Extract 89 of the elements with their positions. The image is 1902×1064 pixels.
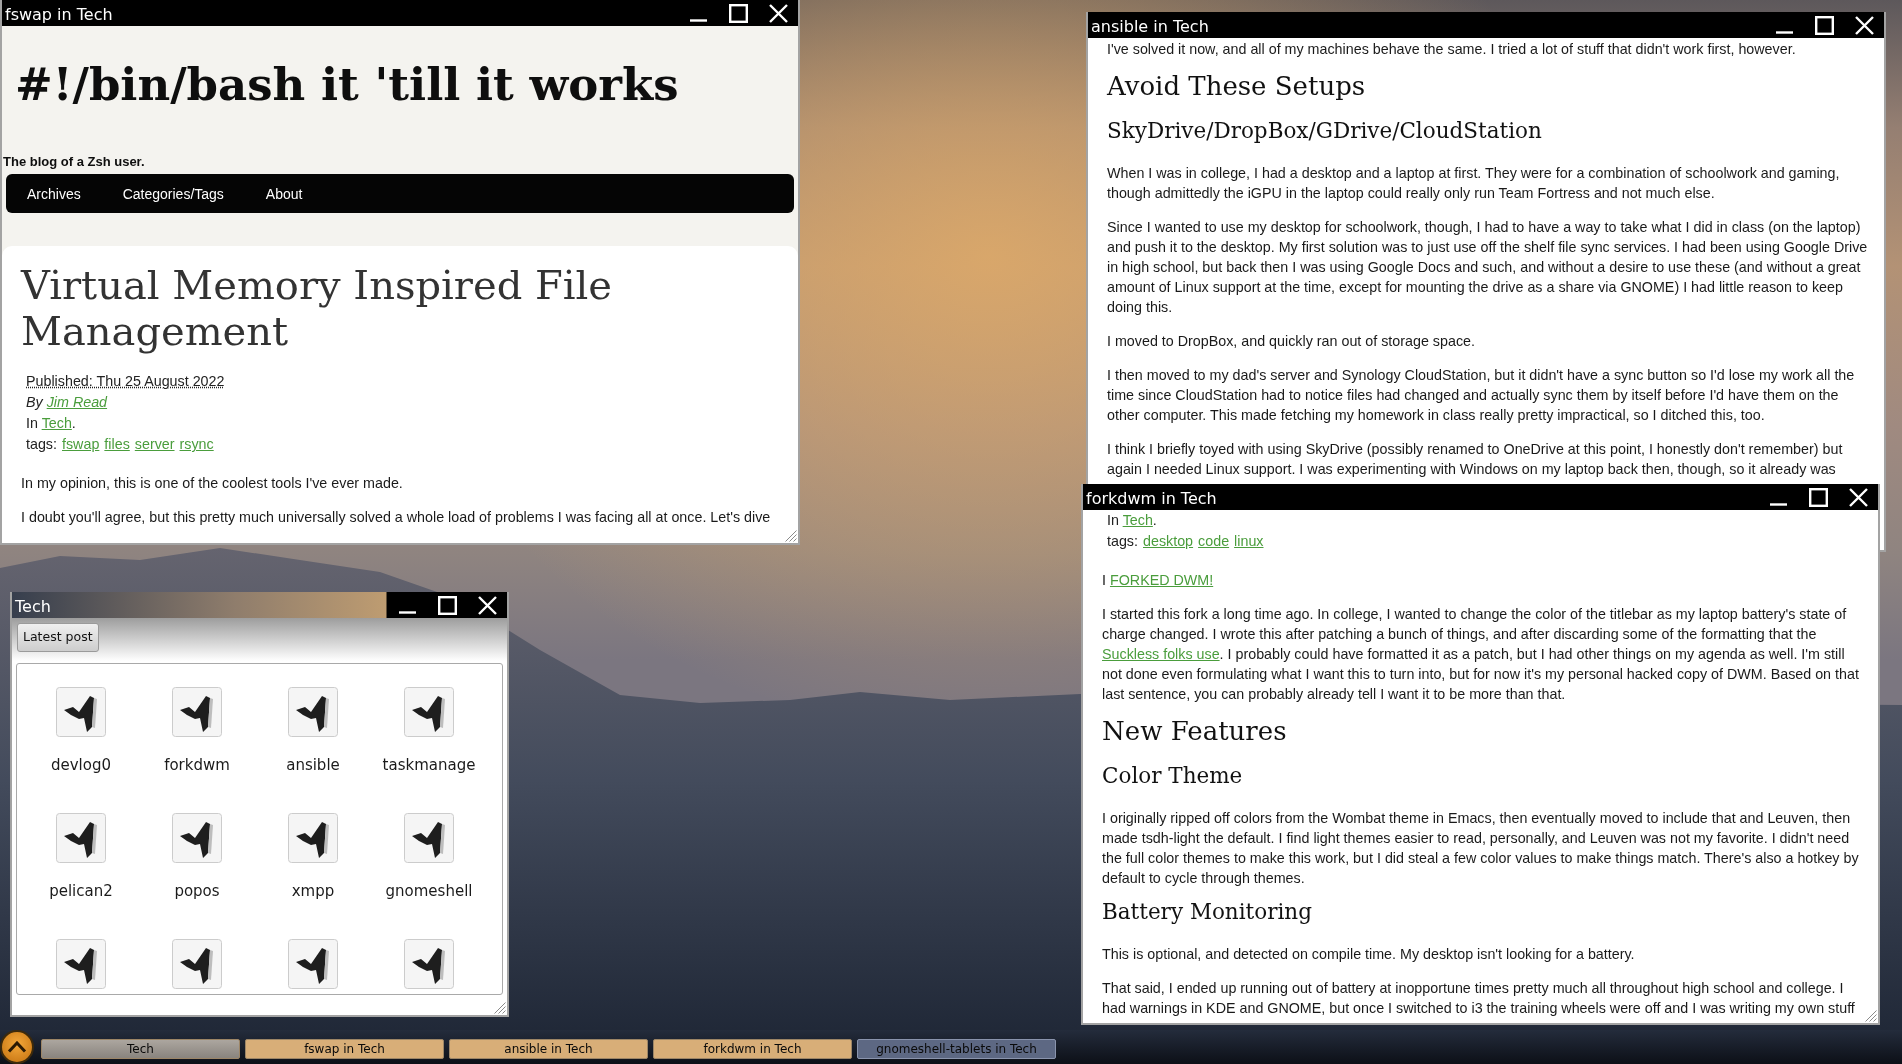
section-heading: Avoid These Setups — [1107, 70, 1366, 103]
minimize-icon — [1769, 503, 1787, 506]
nav-link[interactable]: About — [244, 183, 324, 204]
angular-shape-icon — [288, 939, 338, 989]
post-item[interactable]: gnomeshell — [385, 813, 473, 900]
subsection-heading: Color Theme — [1102, 762, 1243, 790]
paragraph: I then moved to my dad's server and Synology CloudStation, but it didn't have a sync button so I'd lose my work all the time since CloudStation had to notice files had changed and actually sync them by itself before I'd have them on the other computer. This made fetching my homework in class really pretty impractical, so I ditched this, too. — [1107, 366, 1856, 425]
angular-shape-icon — [172, 939, 222, 989]
taskbar-button[interactable]: Tech — [41, 1039, 240, 1059]
angular-shape-icon — [288, 687, 338, 737]
start-button[interactable] — [0, 1030, 34, 1064]
post-item[interactable]: popos — [172, 813, 222, 900]
text-link[interactable]: Suckless folks use — [1102, 646, 1220, 662]
paragraph: This is optional, and detected on compile time. My desktop isn't looking for a battery. — [1102, 945, 1636, 964]
window-title: ansible in Tech — [1090, 16, 1209, 38]
resize-grip-icon[interactable] — [785, 530, 797, 542]
section-heading: New Features — [1102, 715, 1287, 748]
minimize-icon — [1775, 31, 1793, 34]
subsection-heading: Battery Monitoring — [1102, 898, 1312, 926]
post-item[interactable] — [404, 939, 454, 989]
tag-link[interactable]: code — [1198, 531, 1230, 552]
window-title: fswap in Tech — [4, 4, 113, 26]
paragraph: When I was in college, I had a desktop and a laptop at first. They were for a combination of schoolwork and gaming, though admittedly the iGPU in the laptop could really only run Team Fortress and not much else. — [1107, 164, 1841, 203]
angular-shape-icon — [404, 813, 454, 863]
tag-link[interactable]: fswap — [62, 434, 100, 455]
post-item[interactable] — [56, 939, 106, 989]
taskbar-button[interactable]: fswap in Tech — [245, 1039, 444, 1059]
tag-link[interactable]: server — [134, 434, 175, 455]
paragraph: I FORKED DWM! — [1102, 571, 1215, 590]
latest-post-button[interactable]: Latest post — [17, 623, 99, 652]
maximize-icon — [1814, 15, 1834, 35]
taskbar-button[interactable]: forkdwm in Tech — [653, 1039, 852, 1059]
post-item[interactable]: xmpp — [288, 813, 338, 900]
maximize-icon — [1808, 487, 1828, 507]
nav-link[interactable]: Categories/Tags — [101, 183, 245, 204]
maximize-icon — [728, 3, 748, 23]
paragraph: I moved to DropBox, and quickly ran out of storage space. — [1107, 332, 1476, 351]
paragraph: I've solved it now, and all of my machines behave the same. I tried a lot of stuff that didn't work first, however. — [1107, 40, 1797, 59]
post-item[interactable] — [172, 939, 222, 989]
post-item[interactable] — [288, 939, 338, 989]
paragraph: That said, I ended up running out of battery at inopportune times pretty much all throughout high school and college. I had warnings in KDE and GNOME, but once I switched to i3 the training wheels were off and I was writing my own stuff — [1102, 979, 1856, 1018]
minimize-icon — [689, 19, 707, 22]
post-title: Virtual Memory Inspired File Management — [21, 262, 613, 354]
byline: By Jim Read — [26, 393, 108, 412]
close-icon — [1848, 487, 1868, 507]
tags-label: tags: — [1107, 532, 1138, 551]
paragraph: In my opinion, this is one of the coolest tools I've ever made. — [21, 474, 404, 493]
paragraph: Since I wanted to use my desktop for schoolwork, though, I had to have a way to take what I did in class (on the laptop) and push it to the desktop. My first solution was to just use off the shelf file sync services. I had been using Google Drive in high school, but back then I was using Google Docs and such, and without a desire to use these (and without a great amount of Linux support at the time, except for mounting the drive as a share via GNOME) I had little reason to keep doing this. — [1107, 218, 1869, 317]
published-date: Published: Thu 25 August 2022 — [26, 372, 225, 391]
angular-shape-icon — [56, 687, 106, 737]
angular-shape-icon — [172, 813, 222, 863]
nav-link[interactable]: Archives — [6, 183, 102, 204]
tag-link[interactable]: rsync — [179, 434, 214, 455]
category-line: In Tech. — [26, 414, 76, 433]
angular-shape-icon — [56, 939, 106, 989]
close-icon — [477, 595, 497, 615]
tag-link[interactable]: files — [104, 434, 130, 455]
paragraph: I started this fork a long time ago. In college, I wanted to change the color of the titlebar as my laptop battery's state of charge changed. I wrote this after patching a bunch of things, and after discarding some of the formatting that the Suckless folks use. I probably could have formatted it as a patch, but I had other things on my agenda as well. I'm still not done even formulating what I want this to turn into, but for now it's my personal hacked copy of DWM. Based on that last sentence, you can probably already tell I want it to be more than that. — [1102, 605, 1860, 704]
close-icon — [768, 3, 788, 23]
window-title: forkdwm in Tech — [1085, 488, 1217, 510]
angular-shape-icon — [56, 813, 106, 863]
tag-link[interactable]: linux — [1234, 531, 1264, 552]
close-icon — [1854, 15, 1874, 35]
angular-shape-icon — [172, 687, 222, 737]
post-item[interactable]: ansible — [286, 687, 340, 774]
post-item[interactable]: devlog0 — [50, 687, 111, 774]
window-title: Tech — [14, 596, 51, 618]
angular-shape-icon — [288, 813, 338, 863]
resize-grip-icon[interactable] — [494, 1002, 506, 1014]
tags-label: tags: — [26, 435, 57, 454]
subsection-heading: SkyDrive/DropBox/GDrive/CloudStation — [1107, 117, 1542, 145]
angular-shape-icon — [404, 687, 454, 737]
paragraph: I originally ripped off colors from the Wombat theme in Emacs, then eventually moved to include that and Leuven, then made tsdh-light the default. I find light themes easier to read, personally, and Leuven was not my favorite. I didn't need the full color themes to make this work, but I did steal a few color values to make things match. There's also a hotkey by default to cycle through themes. — [1102, 809, 1860, 888]
category-line: In Tech. — [1107, 511, 1157, 530]
author-link[interactable]: Jim Read — [46, 394, 108, 410]
paragraph: I think I briefly toyed with using SkyDrive (possibly renamed to OneDrive at this point, I honestly don't remember) but again I needed Linux support. I was experimenting with Windows on my laptop back then, though, so it already was — [1107, 440, 1844, 479]
minimize-icon — [398, 611, 416, 614]
post-item[interactable]: taskmanage — [382, 687, 476, 774]
resize-grip-icon[interactable] — [1865, 1010, 1877, 1022]
post-item[interactable]: forkdwm — [164, 687, 230, 774]
site-title: #!/bin/bash it 'till it works — [15, 59, 679, 111]
maximize-icon — [437, 595, 457, 615]
taskbar-button[interactable]: gnomeshell-tablets in Tech — [857, 1039, 1056, 1059]
site-tagline: The blog of a Zsh user. — [3, 154, 145, 170]
post-item[interactable]: pelican2 — [49, 813, 113, 900]
angular-shape-icon — [404, 939, 454, 989]
taskbar-button[interactable]: ansible in Tech — [449, 1039, 648, 1059]
chevron-up-icon — [7, 1041, 27, 1053]
paragraph: I doubt you'll agree, but this pretty much universally solved a whole load of problems I was facing all at once. Let's dive — [21, 508, 772, 527]
